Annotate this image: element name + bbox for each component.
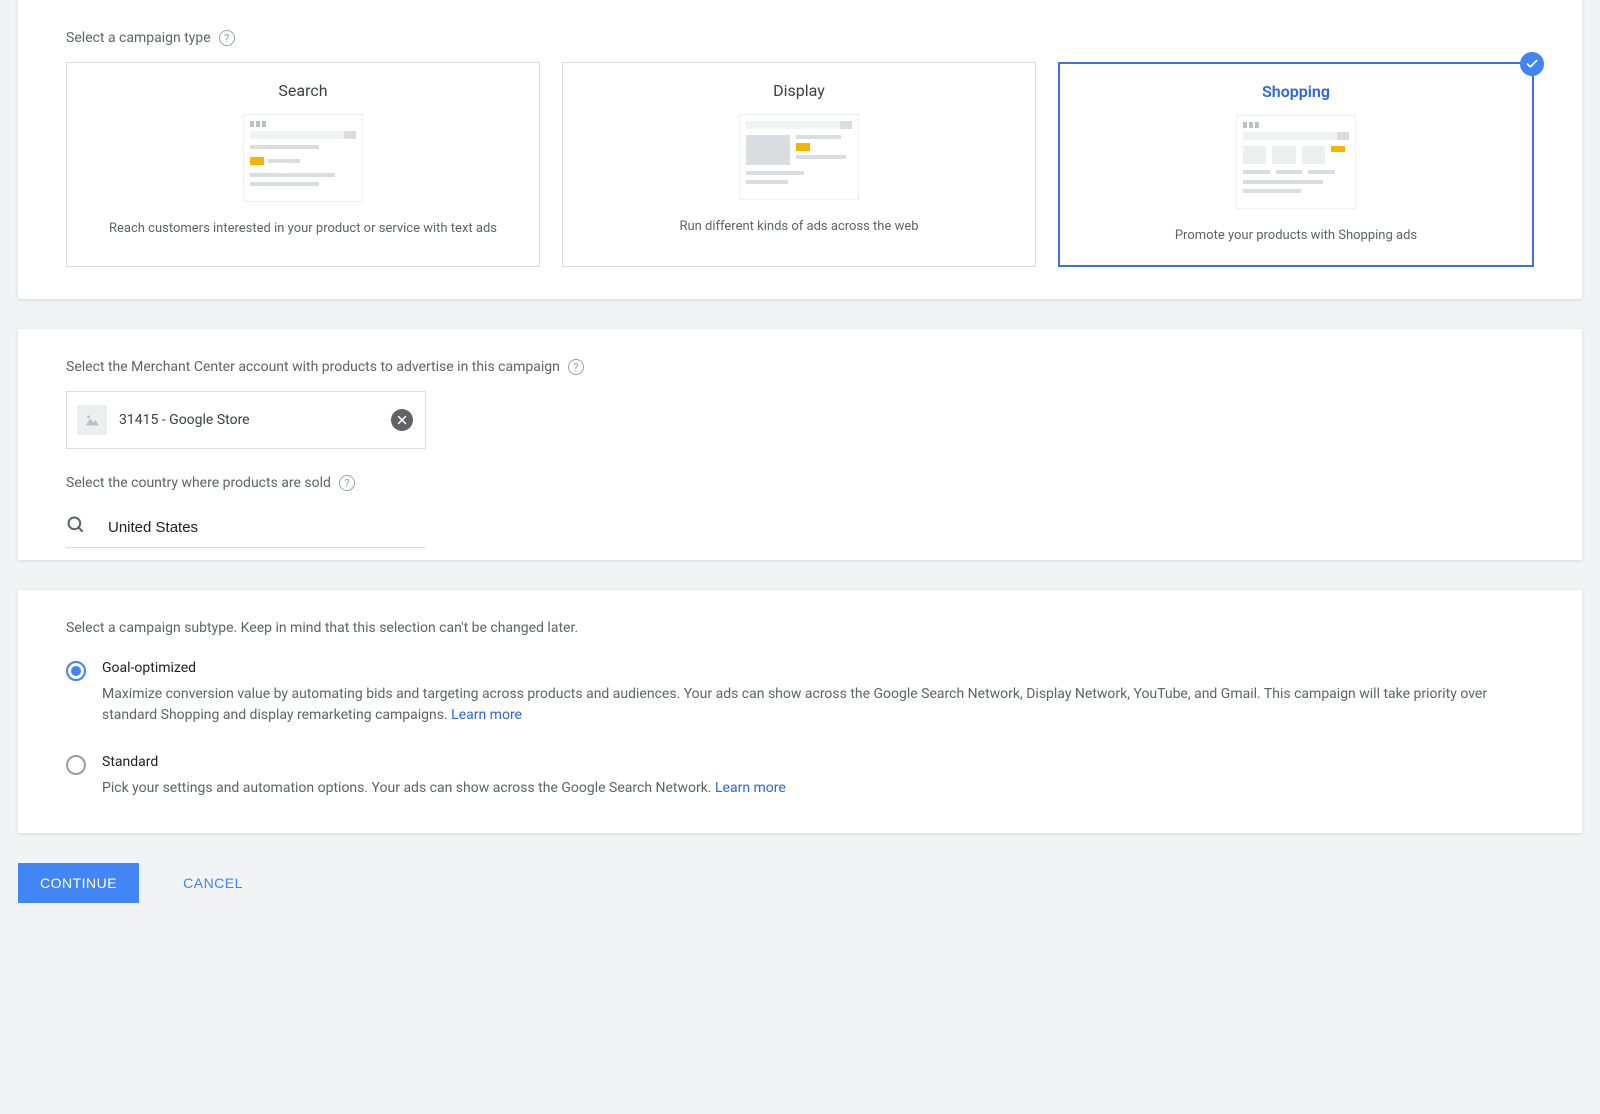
subtype-title: Standard: [102, 754, 1534, 770]
country-label: Select the country where products are so…: [66, 475, 1534, 491]
shopping-thumb-icon: [1236, 115, 1356, 209]
campaign-type-display[interactable]: Display Run different kinds of ads acros…: [562, 62, 1036, 267]
footer-actions: Continue Cancel: [0, 863, 1600, 903]
help-icon[interactable]: ?: [339, 475, 355, 491]
subtype-title: Goal-optimized: [102, 660, 1534, 676]
radio-icon[interactable]: [66, 755, 86, 775]
continue-button[interactable]: Continue: [18, 863, 139, 903]
clear-merchant-button[interactable]: [391, 409, 413, 431]
search-thumb-icon: [243, 114, 363, 202]
merchant-select[interactable]: 31415 - Google Store: [66, 391, 426, 449]
country-input[interactable]: [108, 519, 426, 536]
merchant-label: Select the Merchant Center account with …: [66, 359, 1534, 375]
merchant-country-card: Select the Merchant Center account with …: [18, 329, 1582, 560]
subtype-standard[interactable]: Standard Pick your settings and automati…: [66, 754, 1534, 799]
type-title: Shopping: [1076, 82, 1516, 101]
campaign-type-card: Select a campaign type ? Search Reach cu…: [18, 0, 1582, 299]
subtype-goal-optimized[interactable]: Goal-optimized Maximize conversion value…: [66, 660, 1534, 726]
merchant-name: 31415 - Google Store: [119, 412, 379, 428]
type-title: Search: [83, 81, 523, 100]
country-label-text: Select the country where products are so…: [66, 475, 331, 491]
radio-icon[interactable]: [66, 661, 86, 681]
help-icon[interactable]: ?: [219, 30, 235, 46]
display-thumb-icon: [739, 114, 859, 200]
type-title: Display: [579, 81, 1019, 100]
campaign-type-shopping[interactable]: Shopping Promote you: [1058, 62, 1534, 267]
merchant-logo-icon: [77, 405, 107, 435]
learn-more-link[interactable]: Learn more: [451, 707, 522, 723]
subtype-label: Select a campaign subtype. Keep in mind …: [66, 620, 1534, 636]
subtype-desc-text: Maximize conversion value by automating …: [102, 686, 1487, 723]
country-field[interactable]: [66, 507, 426, 548]
merchant-label-text: Select the Merchant Center account with …: [66, 359, 560, 375]
check-icon: [1520, 52, 1544, 76]
campaign-type-label: Select a campaign type ?: [66, 30, 1534, 46]
subtype-label-text: Select a campaign subtype. Keep in mind …: [66, 620, 578, 636]
campaign-type-label-text: Select a campaign type: [66, 30, 211, 46]
campaign-type-options: Search Reach customers interested in you…: [66, 62, 1534, 267]
type-desc: Reach customers interested in your produ…: [83, 220, 523, 238]
help-icon[interactable]: ?: [568, 359, 584, 375]
subtype-desc: Maximize conversion value by automating …: [102, 684, 1534, 726]
subtype-desc: Pick your settings and automation option…: [102, 778, 1534, 799]
type-desc: Run different kinds of ads across the we…: [579, 218, 1019, 236]
cancel-button[interactable]: Cancel: [161, 863, 265, 903]
learn-more-link[interactable]: Learn more: [715, 780, 786, 796]
subtype-desc-text: Pick your settings and automation option…: [102, 780, 715, 796]
subtype-card: Select a campaign subtype. Keep in mind …: [18, 590, 1582, 833]
campaign-type-search[interactable]: Search Reach customers interested in you…: [66, 62, 540, 267]
search-icon: [66, 515, 86, 539]
type-desc: Promote your products with Shopping ads: [1076, 227, 1516, 245]
